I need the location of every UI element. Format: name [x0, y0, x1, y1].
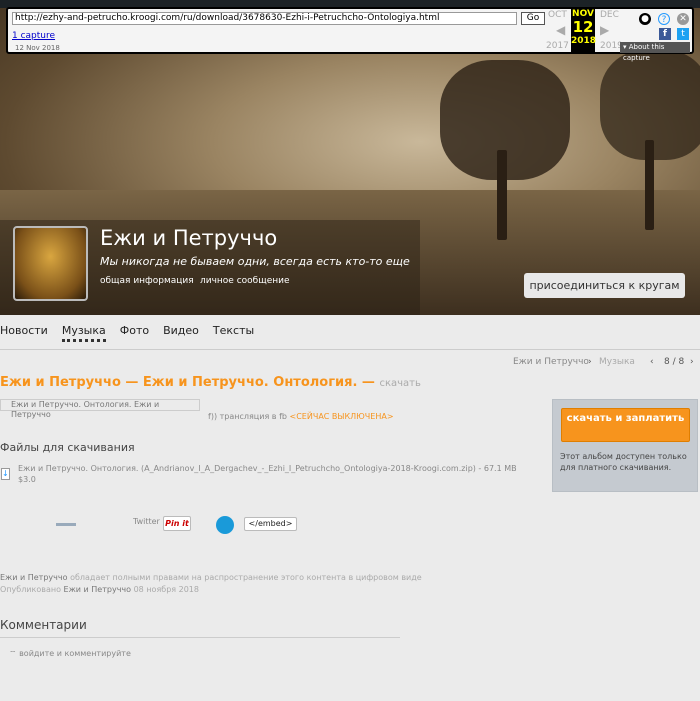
- banner-tree: [645, 140, 654, 230]
- tab-photo[interactable]: Фото: [120, 324, 149, 342]
- help-icon[interactable]: ?: [658, 13, 670, 25]
- captures-link[interactable]: 1 capture: [12, 31, 55, 41]
- account-icon[interactable]: ●: [639, 13, 651, 25]
- breadcrumb-section[interactable]: Музыка: [599, 357, 635, 367]
- profile-name: Ежи и Петруччо: [100, 226, 278, 250]
- published-line: Опубликовано Ежи и Петруччо 08 ноября 20…: [0, 585, 199, 594]
- capture-date: 12 Nov 2018: [15, 44, 60, 52]
- tab-news[interactable]: Новости: [0, 324, 48, 342]
- about-capture-button[interactable]: ▾ About this capture: [620, 42, 690, 62]
- tab-texts[interactable]: Тексты: [213, 324, 254, 342]
- tab-music[interactable]: Музыка: [61, 324, 106, 342]
- close-icon[interactable]: ✕: [677, 13, 689, 25]
- prev-arrow-icon[interactable]: ◀: [556, 23, 565, 37]
- published-label: Опубликовано: [0, 585, 61, 594]
- tab-video[interactable]: Видео: [163, 324, 199, 342]
- file-download-icon[interactable]: ↓: [1, 468, 10, 480]
- divider: [0, 349, 700, 350]
- wayback-go-button[interactable]: Go: [521, 12, 545, 25]
- next-month[interactable]: DEC: [600, 10, 619, 20]
- download-link[interactable]: скачать: [379, 378, 420, 389]
- twitter-icon[interactable]: t: [677, 28, 689, 40]
- broadcast-status: <СЕЙЧАС ВЫКЛЮЧЕНА>: [289, 412, 394, 421]
- rights-owner-link[interactable]: Ежи и Петруччо: [0, 573, 68, 582]
- banner-tree: [497, 150, 507, 240]
- prev-month[interactable]: OCT: [548, 10, 567, 20]
- rights-text: обладает полными правами на распростране…: [70, 573, 422, 582]
- broadcast-label: трансляция в fb: [219, 412, 287, 421]
- pager-next-icon[interactable]: ›: [690, 357, 694, 367]
- prev-year[interactable]: 2017: [546, 41, 569, 51]
- pager-prev-icon[interactable]: ‹: [650, 357, 654, 367]
- purchase-note: Этот альбом доступен только для платного…: [560, 452, 687, 472]
- facebook-icon[interactable]: f: [659, 28, 671, 40]
- profile-tabs: Новости Музыка Фото Видео Тексты: [0, 324, 254, 342]
- wayback-url-input[interactable]: http://ezhy-and-petrucho.kroogi.com/ru/d…: [12, 12, 517, 25]
- embed-button[interactable]: </embed>: [244, 517, 297, 531]
- join-circles-button[interactable]: присоединиться к кругам: [524, 273, 685, 298]
- twitter-share[interactable]: Twitter: [133, 517, 160, 526]
- next-arrow-icon[interactable]: ▶: [600, 23, 609, 37]
- breadcrumb-artist[interactable]: Ежи и Петруччо: [513, 357, 589, 367]
- album-image: Ежи и Петруччо. Онтология. Ежи и Петручч…: [0, 399, 200, 419]
- info-link[interactable]: общая информация: [100, 276, 194, 286]
- avatar[interactable]: [13, 226, 88, 301]
- profile-motto: Мы никогда не бываем одни, всегда есть к…: [100, 255, 410, 268]
- author-link[interactable]: Ежи и Петруччо: [64, 585, 132, 594]
- login-comment[interactable]: ⌔ войдите и комментируйте: [9, 649, 131, 659]
- pinit-button[interactable]: Pin it: [163, 516, 191, 531]
- comments-heading: Комментарии: [0, 618, 87, 632]
- current-year: 2018: [571, 36, 597, 46]
- chevron-right-icon: ›: [588, 357, 592, 367]
- pager-count: 8 / 8: [664, 357, 685, 367]
- vk-share-icon[interactable]: [216, 516, 234, 534]
- buy-button[interactable]: скачать и заплатить: [561, 408, 690, 442]
- file-item[interactable]: Ежи и Петруччо. Онтология. (A_Andrianov_…: [18, 463, 517, 485]
- share-loading-icon: [56, 523, 76, 526]
- message-link[interactable]: личное сообщение: [200, 276, 290, 286]
- current-date: NOV 12 2018: [571, 9, 597, 52]
- rights-line: Ежи и Петруччо обладает полными правами …: [0, 573, 422, 582]
- signal-icon: ⌔: [9, 649, 20, 658]
- divider: [0, 637, 400, 638]
- album-title-text: Ежи и Петруччо — Ежи и Петруччо. Онтолог…: [0, 375, 375, 390]
- published-date: 08 ноября 2018: [133, 585, 199, 594]
- file-name[interactable]: Ежи и Петруччо. Онтология. (A_Andrianov_…: [18, 463, 517, 474]
- album-title: Ежи и Петруччо — Ежи и Петруччо. Онтолог…: [0, 375, 421, 390]
- wayback-toolbar: http://ezhy-and-petrucho.kroogi.com/ru/d…: [6, 7, 694, 62]
- file-price: $3.0: [18, 475, 36, 484]
- current-day: 12: [572, 18, 594, 36]
- files-heading: Файлы для скачивания: [0, 441, 135, 454]
- purchase-panel: скачать и заплатить Этот альбом доступен…: [552, 399, 698, 492]
- fb-broadcast-icon: f)): [208, 412, 220, 421]
- broadcast[interactable]: f)) трансляция в fb <СЕЙЧАС ВЫКЛЮЧЕНА>: [208, 412, 394, 421]
- login-comment-link[interactable]: войдите и комментируйте: [19, 649, 131, 658]
